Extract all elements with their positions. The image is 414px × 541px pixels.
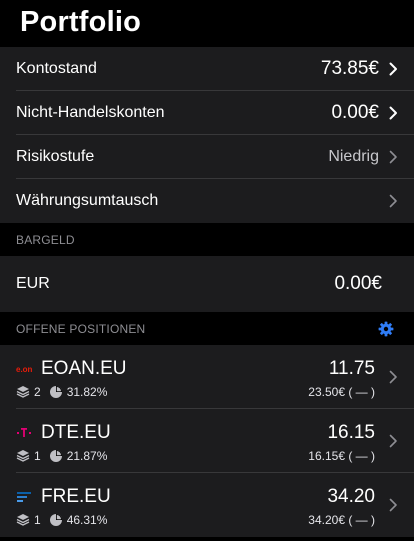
position-row-dte[interactable]: DTE.EU 1 21.87% 16.15 16.15€ ( — ) [0, 409, 414, 473]
chevron-right-icon [389, 194, 398, 208]
chevron-right-icon [389, 370, 398, 384]
position-quantity: 1 [34, 513, 41, 527]
chevron-right-icon [389, 150, 398, 164]
position-value: 16.15€ ( — ) [308, 449, 375, 463]
position-value: 34.20€ ( — ) [308, 513, 375, 527]
stack-icon [16, 513, 30, 527]
positions-list: e.on EOAN.EU 2 31.82% 11.75 23.50€ ( — ) [0, 345, 414, 537]
eon-logo-icon: e.on [16, 362, 36, 376]
fresenius-logo-icon [16, 490, 36, 504]
non-trading-accounts-value: 0.00€ [331, 102, 379, 123]
position-allocation: 31.82% [66, 385, 108, 399]
page-title: Portfolio [20, 6, 142, 38]
positions-section-header: OFFENE POSITIONEN [0, 312, 414, 345]
positions-section-title: OFFENE POSITIONEN [16, 321, 146, 336]
currency-exchange-label: Währungsumtausch [16, 192, 159, 209]
risk-level-value: Niedrig [328, 148, 379, 165]
position-quantity: 2 [34, 385, 41, 399]
position-symbol: EOAN.EU [41, 358, 127, 379]
position-row-fre[interactable]: FRE.EU 1 46.31% 34.20 34.20€ ( — ) [0, 473, 414, 537]
cash-currency: EUR [16, 275, 50, 292]
position-row-eoan[interactable]: e.on EOAN.EU 2 31.82% 11.75 23.50€ ( — ) [0, 345, 414, 409]
account-list: Kontostand 73.85€ Nicht-Handelskonten 0.… [0, 47, 414, 223]
gear-icon[interactable] [378, 321, 394, 337]
risk-level-label: Risikostufe [16, 148, 95, 165]
position-price: 16.15 [327, 422, 375, 443]
stack-icon [16, 449, 30, 463]
position-quantity: 1 [34, 449, 41, 463]
header: Portfolio [0, 0, 414, 47]
position-allocation: 46.31% [66, 513, 108, 527]
risk-level-row[interactable]: Risikostufe Niedrig [0, 135, 414, 179]
pie-chart-icon [49, 385, 63, 399]
position-price: 11.75 [328, 358, 375, 379]
position-allocation: 21.87% [66, 449, 108, 463]
non-trading-accounts-row[interactable]: Nicht-Handelskonten 0.00€ [0, 91, 414, 135]
chevron-right-icon [389, 498, 398, 512]
balance-label: Kontostand [16, 60, 97, 77]
cash-section-header: BARGELD [0, 223, 414, 256]
currency-exchange-row[interactable]: Währungsumtausch [0, 179, 414, 223]
balance-value: 73.85€ [320, 58, 379, 79]
cash-list: EUR 0.00€ [0, 256, 414, 312]
position-value: 23.50€ ( — ) [308, 385, 375, 399]
chevron-right-icon [389, 62, 398, 76]
position-price: 34.20 [327, 486, 375, 507]
balance-row[interactable]: Kontostand 73.85€ [0, 47, 414, 91]
svg-text:e.on: e.on [16, 365, 33, 374]
non-trading-accounts-label: Nicht-Handelskonten [16, 104, 165, 121]
pie-chart-icon [49, 513, 63, 527]
position-symbol: FRE.EU [41, 486, 111, 507]
position-symbol: DTE.EU [41, 422, 111, 443]
chevron-right-icon [389, 434, 398, 448]
stack-icon [16, 385, 30, 399]
cash-amount: 0.00€ [334, 273, 382, 294]
telekom-logo-icon [16, 426, 36, 440]
pie-chart-icon [49, 449, 63, 463]
cash-row-eur: EUR 0.00€ [0, 256, 414, 312]
cash-section-title: BARGELD [16, 232, 75, 247]
chevron-right-icon [389, 106, 398, 120]
